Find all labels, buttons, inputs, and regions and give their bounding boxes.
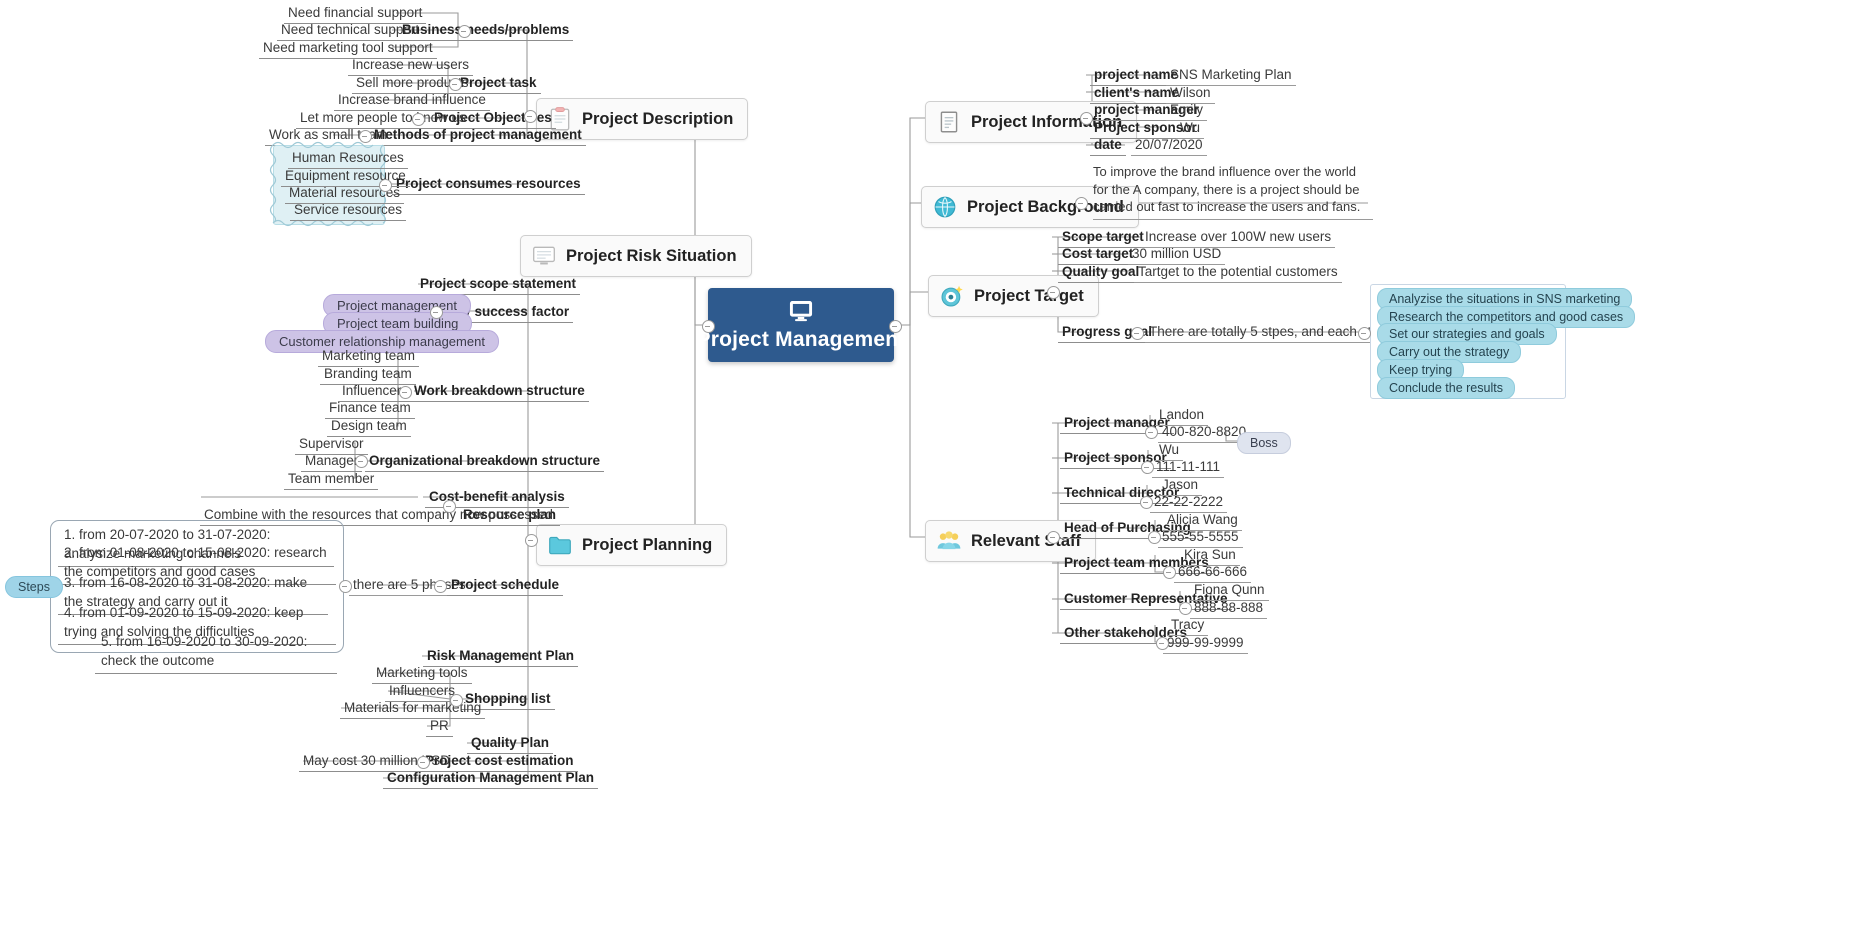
- leaf-increase-brand-influence[interactable]: Increase brand influence: [334, 92, 490, 111]
- staff-phone-technical-director[interactable]: 22-22-2222: [1150, 494, 1228, 513]
- subtopic-configuration-management-plan[interactable]: Configuration Management Plan: [383, 770, 599, 789]
- leaf-human-resources[interactable]: Human Resources: [288, 150, 408, 169]
- leaf-marketing-team[interactable]: Marketing team: [318, 348, 420, 367]
- info-value-project-name[interactable]: SNS Marketing Plan: [1166, 67, 1296, 86]
- knob-steps[interactable]: [339, 580, 352, 593]
- folder-icon: [549, 536, 571, 555]
- topic-label: Project Target: [974, 286, 1084, 305]
- globe-icon: [934, 196, 956, 218]
- knob-business-needs[interactable]: [458, 25, 471, 38]
- target-value-quality[interactable]: Tartget to the potential customers: [1134, 264, 1342, 283]
- subtopic-work-breakdown-structure[interactable]: Work breakdown structure: [410, 383, 589, 402]
- leaf-pr[interactable]: PR: [426, 718, 453, 737]
- leaf-design-team[interactable]: Design team: [327, 418, 411, 437]
- badge-boss[interactable]: Boss: [1237, 432, 1291, 454]
- knob-staff[interactable]: [1047, 531, 1060, 544]
- knob-objectives[interactable]: [412, 113, 425, 126]
- target-key-cost[interactable]: Cost target: [1058, 246, 1138, 265]
- knob-staff-sponsor[interactable]: [1141, 461, 1154, 474]
- knob-description[interactable]: [524, 110, 537, 123]
- staff-phone-project-sponsor[interactable]: 111-11-111: [1152, 459, 1225, 478]
- topic-project-planning[interactable]: Project Planning: [536, 524, 728, 566]
- knob-progress[interactable]: [1131, 327, 1144, 340]
- knob-resource-plan[interactable]: [443, 500, 456, 513]
- subtopic-project-schedule[interactable]: Project schedule: [447, 577, 564, 596]
- knob-root-left[interactable]: [702, 320, 715, 333]
- monitor-icon: [789, 301, 813, 322]
- target-icon: [941, 285, 963, 307]
- knob-background[interactable]: [1075, 197, 1088, 210]
- subtopic-project-consumes-resources[interactable]: Project consumes resources: [392, 176, 585, 195]
- root-topic[interactable]: Project Management: [697, 288, 905, 362]
- topic-label: Project Risk Situation: [566, 246, 737, 265]
- leaf-service-resources[interactable]: Service resources: [290, 202, 407, 221]
- knob-cost-estimation[interactable]: [417, 756, 430, 769]
- knob-staff-tech[interactable]: [1140, 496, 1153, 509]
- knob-org-breakdown[interactable]: [355, 455, 368, 468]
- knob-staff-other[interactable]: [1156, 637, 1169, 650]
- mindmap-canvas: Project Management Project Description P…: [0, 0, 1862, 939]
- subtopic-quality-plan[interactable]: Quality Plan: [467, 735, 554, 754]
- document-icon: [940, 111, 958, 133]
- monitor-small-icon: [533, 246, 555, 265]
- background-text[interactable]: To improve the brand influence over the …: [1093, 163, 1373, 220]
- knob-methods[interactable]: [359, 130, 372, 143]
- topic-label: Project Description: [582, 109, 734, 128]
- leaf-manager[interactable]: Manager: [301, 453, 363, 472]
- badge-steps[interactable]: Steps: [5, 576, 63, 598]
- leaf-increase-new-users[interactable]: Increase new users: [348, 57, 474, 76]
- step-5[interactable]: 5. from 16-09-2020 to 30-09-2020: check …: [95, 631, 337, 674]
- info-value-project-manager[interactable]: Emily: [1166, 102, 1207, 121]
- knob-work-breakdown[interactable]: [399, 386, 412, 399]
- subtopic-organizational-breakdown-structure[interactable]: Organizational breakdown structure: [365, 453, 605, 472]
- knob-project-task[interactable]: [449, 78, 462, 91]
- knob-planning[interactable]: [525, 534, 538, 547]
- knob-shopping[interactable]: [450, 694, 463, 707]
- staff-name-customer-representative[interactable]: Fiona Qunn: [1190, 582, 1269, 601]
- info-value-date[interactable]: 20/07/2020: [1131, 137, 1207, 156]
- info-key-date[interactable]: date: [1090, 137, 1126, 156]
- leaf-need-technical-support[interactable]: Need technical support: [277, 22, 424, 41]
- target-key-quality[interactable]: Quality goal: [1058, 264, 1144, 283]
- leaf-finance-team[interactable]: Finance team: [325, 400, 415, 419]
- knob-root-right[interactable]: [889, 320, 902, 333]
- staff-name-other-stakeholders[interactable]: Tracy: [1167, 617, 1209, 636]
- knob-target[interactable]: [1047, 286, 1060, 299]
- staff-phone-other-stakeholders[interactable]: 999-99-9999: [1163, 635, 1248, 654]
- people-icon: [937, 531, 961, 550]
- root-title: Project Management: [696, 328, 906, 351]
- subtopic-project-scope-statement[interactable]: Project scope statement: [416, 276, 581, 295]
- knob-staff-manager[interactable]: [1145, 426, 1158, 439]
- knob-staff-customer[interactable]: [1179, 602, 1192, 615]
- knob-resources[interactable]: [379, 179, 392, 192]
- knob-staff-team[interactable]: [1163, 566, 1176, 579]
- leaf-team-member[interactable]: Team member: [284, 471, 379, 490]
- staff-phone-project-team-members[interactable]: 666-66-666: [1174, 564, 1252, 583]
- leaf-materials-for-marketing[interactable]: Materials for marketing: [340, 700, 486, 719]
- knob-staff-purchasing[interactable]: [1148, 531, 1161, 544]
- target-value-cost[interactable]: 30 million USD: [1128, 246, 1226, 265]
- knob-information[interactable]: [1080, 112, 1093, 125]
- strategy-6[interactable]: Conclude the results: [1377, 377, 1515, 399]
- topic-label: Project Planning: [582, 535, 713, 554]
- knob-schedule[interactable]: [434, 580, 447, 593]
- staff-phone-head-of-purchasing[interactable]: 555-55-5555: [1158, 529, 1243, 548]
- subtopic-business-needs[interactable]: Business needs/problems: [398, 22, 574, 41]
- topic-project-risk-situation[interactable]: Project Risk Situation: [520, 235, 752, 277]
- knob-strategies[interactable]: [1358, 327, 1371, 340]
- knob-key-success[interactable]: [430, 306, 443, 319]
- subtopic-methods-of-project-management[interactable]: Methods of project management: [370, 127, 586, 146]
- leaf-marketing-tools[interactable]: Marketing tools: [372, 665, 472, 684]
